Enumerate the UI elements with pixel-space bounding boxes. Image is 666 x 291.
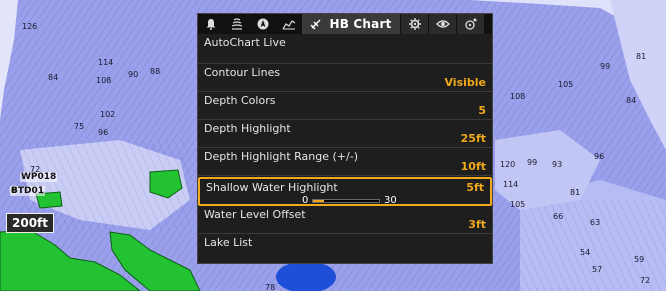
menu-item-label: Lake List [204,236,253,249]
tab-alerts[interactable] [198,14,224,34]
menu-item-value: 25ft [460,132,486,145]
satellite-chart-icon [310,19,321,30]
depth-contour-label: 84 [626,96,637,105]
menu-item-label: Depth Colors [204,94,276,107]
tab-sonar[interactable] [224,14,250,34]
menu-item-label: Shallow Water Highlight [206,181,338,194]
menu-item-depth-highlight[interactable]: Depth Highlight 25ft [198,120,492,148]
menu-item-label: Depth Highlight [204,122,291,135]
menu-item-value: 3ft [468,218,486,231]
chart-settings-menu: HB Chart AutoChart Live Contour Lines Vi… [197,13,493,264]
depth-contour-label: 78 [265,283,276,291]
depth-contour-label: 96 [98,128,109,137]
depth-contour-label: 88 [150,67,161,76]
tab-settings[interactable] [400,14,428,34]
tab-hb-chart[interactable]: HB Chart [302,14,400,34]
depth-contour-label: 59 [634,255,645,264]
tab-hb-chart-label: HB Chart [329,17,392,31]
slider-max-label: 30 [384,195,397,206]
tab-navigation[interactable] [250,14,276,34]
depth-contour-label: 96 [594,152,605,161]
waypoint-label[interactable]: WP018 [20,172,58,182]
menu-item-contour-lines[interactable]: Contour Lines Visible [198,64,492,92]
navigation-icon [257,18,269,30]
menu-item-depth-colors[interactable]: Depth Colors 5 [198,92,492,120]
depth-contour-label: 99 [527,158,538,167]
sonar-waves-icon [231,18,243,30]
depth-contour-label: 81 [636,52,647,61]
menu-item-autochart-live[interactable]: AutoChart Live [198,34,492,64]
eye-icon [435,20,450,28]
slider-fill [313,200,325,202]
menu-item-value: 5 [478,104,486,117]
tab-radar[interactable] [456,14,484,34]
menu-item-depth-highlight-range[interactable]: Depth Highlight Range (+/-) 10ft [198,148,492,176]
depth-contour-label: 72 [640,276,651,285]
depth-contour-label: 54 [580,248,591,257]
menu-item-value: 5ft [466,181,484,194]
slider-track[interactable] [312,199,380,203]
depth-contour-label: 99 [600,62,611,71]
depth-contour-label: 114 [503,180,519,189]
menu-item-label: Contour Lines [204,66,281,79]
slider-min-label: 0 [302,195,309,206]
radar-icon [464,18,476,30]
gear-icon [408,18,421,30]
menu-item-label: Depth Highlight Range (+/-) [204,150,358,163]
depth-contour-label: 63 [590,218,601,227]
depth-contour-label: 93 [552,160,563,169]
menu-item-lake-list[interactable]: Lake List [198,234,492,262]
depth-contour-label: 90 [128,70,139,79]
menu-item-label: AutoChart Live [204,36,286,49]
menu-item-shallow-water-highlight[interactable]: Shallow Water Highlight 5ft 0 30 [198,177,492,206]
depth-contour-label: 120 [500,160,516,169]
depth-contour-label: 105 [558,80,574,89]
depth-contour-label: 81 [570,188,581,197]
depth-readout: 200ft [6,213,55,233]
menu-tab-bar: HB Chart [198,14,492,34]
depth-contour-label: 105 [510,200,526,209]
depth-contour-label: 108 [96,76,112,85]
waypoint-label[interactable]: BTD01 [10,186,45,196]
depth-contour-label: 102 [100,110,116,119]
menu-item-label: Water Level Offset [204,208,306,221]
menu-item-water-level-offset[interactable]: Water Level Offset 3ft [198,206,492,234]
depth-contour-label: 66 [553,212,564,221]
depth-contour-label: 84 [48,73,59,82]
depth-contour-label: 126 [22,22,38,31]
tab-view[interactable] [428,14,456,34]
tab-signal[interactable] [276,14,302,34]
signal-chart-icon [282,20,296,30]
depth-contour-label: 108 [510,92,526,101]
menu-item-value: Visible [444,76,486,89]
depth-contour-label: 114 [98,58,114,67]
depth-contour-label: 57 [592,265,603,274]
bell-icon [206,19,216,30]
menu-item-value: 10ft [460,160,486,173]
depth-contour-label: 75 [74,122,85,131]
